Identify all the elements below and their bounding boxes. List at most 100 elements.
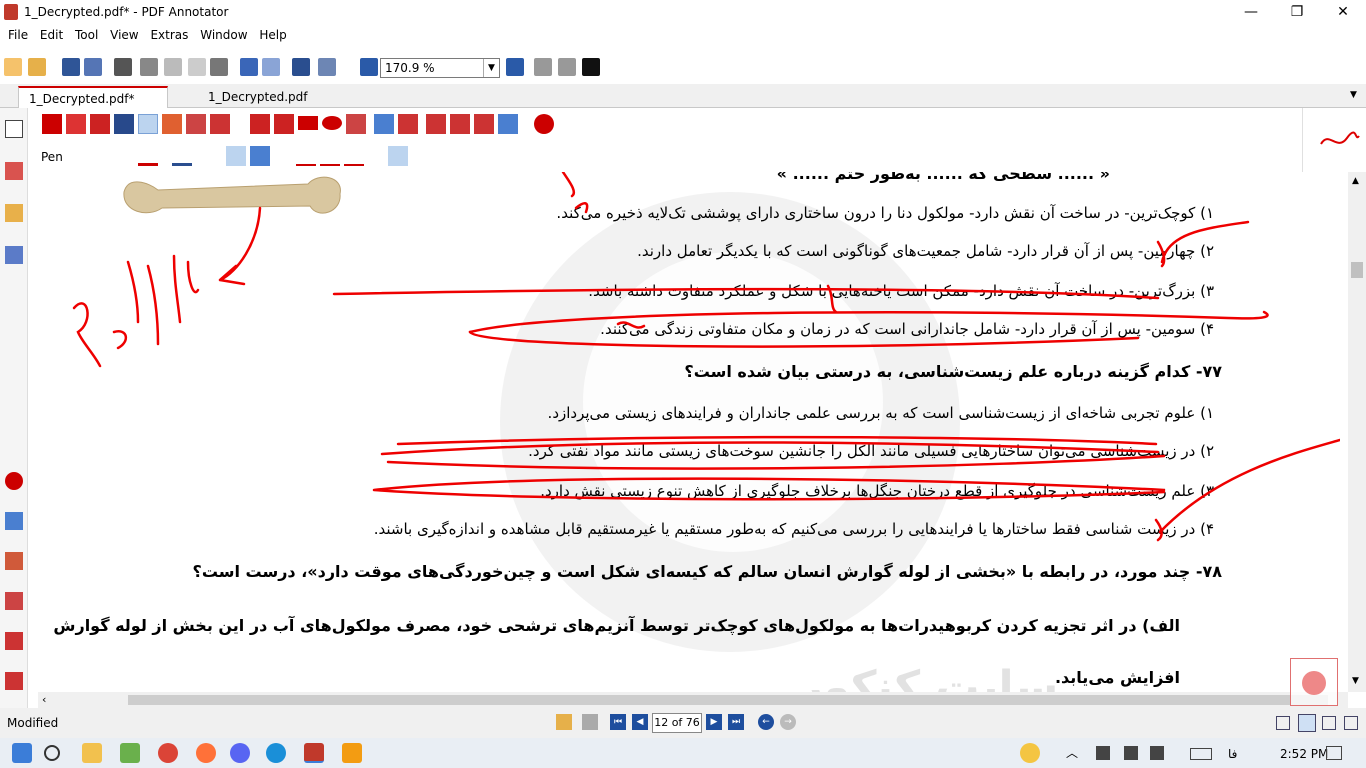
crop-icon[interactable]	[450, 114, 470, 134]
menu-file[interactable]: File	[8, 28, 28, 42]
lasso-icon[interactable]	[398, 114, 418, 134]
new-icon[interactable]	[4, 58, 22, 76]
edge-icon[interactable]	[266, 743, 286, 763]
document-icon[interactable]	[556, 714, 572, 730]
file-explorer-icon[interactable]	[82, 743, 102, 763]
scroll-left-icon[interactable]: ‹	[42, 693, 46, 706]
single-page-view-icon[interactable]	[1276, 716, 1290, 730]
zoom-in-icon[interactable]	[506, 58, 524, 76]
save-as-icon[interactable]	[84, 58, 102, 76]
camera-icon[interactable]	[426, 114, 446, 134]
two-page-view-icon[interactable]	[1322, 716, 1336, 730]
firefox-icon[interactable]	[196, 743, 216, 763]
text-tool-icon[interactable]	[186, 114, 206, 134]
straight-line-icon[interactable]	[250, 146, 270, 166]
hand-icon[interactable]	[90, 114, 110, 134]
find-icon[interactable]	[292, 58, 310, 76]
minimize-button[interactable]: —	[1228, 0, 1274, 24]
continuous-view-icon[interactable]	[1298, 714, 1316, 732]
select-arrow-icon[interactable]	[42, 114, 62, 134]
tab-decrypted-modified[interactable]: 1_Decrypted.pdf*	[18, 86, 168, 108]
pdf-annotator-taskbar-icon[interactable]	[304, 743, 324, 763]
search-icon[interactable]	[44, 745, 60, 761]
close-button[interactable]: ✕	[1320, 0, 1366, 24]
document-page[interactable]: سایت کنکور « ...... سطحی که ...... به‌طو…	[38, 172, 1340, 692]
vertical-scrollbar[interactable]: ▲ ▼	[1348, 172, 1366, 692]
redo-icon[interactable]	[262, 58, 280, 76]
menu-extras[interactable]: Extras	[150, 28, 188, 42]
chevron-down-icon[interactable]: ▼	[483, 59, 499, 77]
save-icon[interactable]	[62, 58, 80, 76]
maximize-button[interactable]: ❐	[1274, 0, 1320, 24]
pages-icon[interactable]	[582, 714, 598, 730]
grid-view-icon[interactable]	[1344, 716, 1358, 730]
open-icon[interactable]	[28, 58, 46, 76]
text-favorite-icon[interactable]	[5, 592, 23, 610]
folder-icon[interactable]	[5, 204, 23, 222]
pin-icon[interactable]	[5, 162, 23, 180]
ruler-icon[interactable]	[474, 114, 494, 134]
pen-color-icon[interactable]	[138, 146, 158, 166]
notifications-icon[interactable]	[1326, 746, 1342, 760]
tabs-menu-icon[interactable]: ▼	[1350, 90, 1357, 100]
touch-mode-hand-icon[interactable]	[1290, 658, 1338, 706]
page-number-field[interactable]: 12 of 76	[652, 713, 702, 733]
paste-icon[interactable]	[188, 58, 206, 76]
favorite-pen-icon[interactable]	[388, 146, 408, 166]
line-width-icon[interactable]	[172, 146, 192, 166]
system-clock[interactable]: 2:52 PM	[1280, 747, 1328, 761]
text-strikethrough-icon[interactable]	[344, 146, 364, 166]
line-tool-icon[interactable]	[250, 114, 270, 134]
battery-icon[interactable]	[1150, 746, 1164, 760]
undo-icon[interactable]	[240, 58, 258, 76]
stamp-favorite-icon[interactable]	[5, 632, 23, 650]
zoom-select[interactable]: 170.9 % ▼	[380, 58, 500, 78]
store-icon[interactable]	[120, 743, 140, 763]
stamp-tool-icon[interactable]	[210, 114, 230, 134]
ellipse-tool-icon[interactable]	[322, 116, 342, 130]
insert-image-icon[interactable]	[498, 114, 518, 134]
chrome-icon[interactable]	[158, 743, 178, 763]
arrow-tool-icon[interactable]	[274, 114, 294, 134]
forward-icon[interactable]: →	[780, 714, 796, 730]
fit-page-icon[interactable]	[534, 58, 552, 76]
discord-icon[interactable]	[230, 743, 250, 763]
tab-decrypted[interactable]: 1_Decrypted.pdf	[198, 86, 328, 108]
menu-edit[interactable]: Edit	[40, 28, 63, 42]
horizontal-scrollbar[interactable]: ‹	[38, 692, 1348, 708]
vertical-scroll-thumb[interactable]	[1351, 262, 1363, 278]
text-underline-icon[interactable]	[320, 146, 340, 166]
network-icon[interactable]	[1124, 746, 1138, 760]
rectangle-tool-icon[interactable]	[298, 116, 318, 130]
scroll-up-icon[interactable]: ▲	[1352, 176, 1359, 186]
zoom-out-icon[interactable]	[360, 58, 378, 76]
attachment-icon[interactable]	[5, 246, 23, 264]
pen-tool-icon[interactable]	[138, 114, 158, 134]
first-page-icon[interactable]: ⏮	[610, 714, 626, 730]
highlighter-tool-icon[interactable]	[162, 114, 182, 134]
weather-icon[interactable]	[1020, 743, 1040, 763]
chevron-up-icon[interactable]: ︿	[1066, 744, 1078, 761]
favorites-heart-icon[interactable]	[534, 114, 554, 134]
input-language[interactable]: فا	[1228, 747, 1237, 761]
app-g-icon[interactable]	[342, 743, 362, 763]
back-icon[interactable]: ←	[758, 714, 774, 730]
volume-icon[interactable]	[1096, 746, 1110, 760]
eraser-icon[interactable]	[374, 114, 394, 134]
next-page-icon[interactable]: ▶	[706, 714, 722, 730]
smooth-stroke-icon[interactable]	[226, 146, 246, 166]
highlighter-favorite-icon[interactable]	[5, 552, 23, 570]
keyboard-icon[interactable]	[1190, 748, 1212, 760]
delete-icon[interactable]	[210, 58, 228, 76]
full-screen-icon[interactable]	[582, 58, 600, 76]
zoom-tool-icon[interactable]	[114, 114, 134, 134]
print-icon[interactable]	[114, 58, 132, 76]
favorite-heart-icon[interactable]	[5, 472, 23, 490]
text-style-icon[interactable]	[296, 146, 316, 166]
cut-icon[interactable]	[140, 58, 158, 76]
previous-page-icon[interactable]: ◀	[632, 714, 648, 730]
pen-favorite-icon[interactable]	[5, 512, 23, 530]
copy-icon[interactable]	[164, 58, 182, 76]
scroll-down-icon[interactable]: ▼	[1352, 676, 1359, 686]
page-thumbnail-icon[interactable]	[5, 120, 23, 138]
